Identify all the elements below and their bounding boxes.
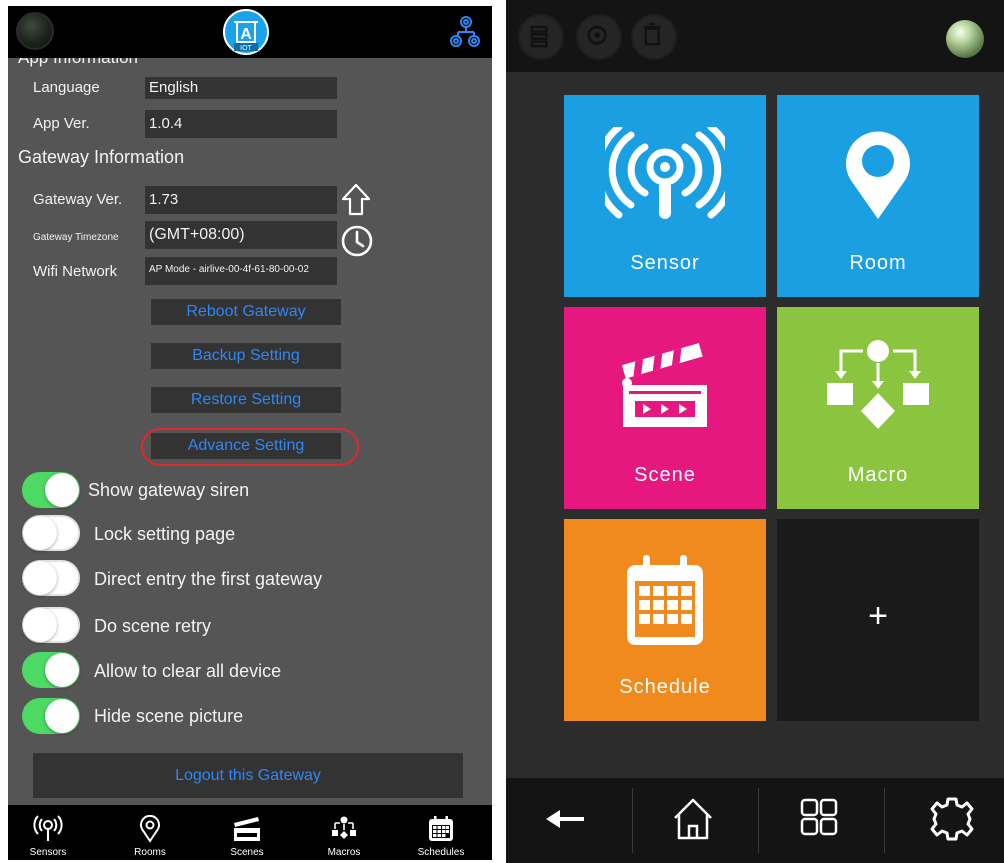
toggle-direct-entry-first-gateway[interactable] bbox=[22, 560, 80, 596]
settings-network-icon[interactable] bbox=[446, 14, 482, 50]
gateway-timezone-label: Gateway Timezone bbox=[33, 232, 119, 243]
bottom-nav bbox=[506, 778, 1004, 863]
upload-arrow-icon[interactable] bbox=[341, 183, 371, 217]
highlight-ring bbox=[141, 428, 359, 466]
calendar-icon bbox=[429, 816, 453, 841]
gear-icon[interactable] bbox=[922, 794, 982, 844]
toggle-show-gateway-siren[interactable] bbox=[22, 472, 80, 508]
tab-label: Rooms bbox=[134, 847, 166, 858]
sensor-icon bbox=[605, 127, 725, 219]
restore-setting-button[interactable]: Restore Setting bbox=[151, 387, 341, 413]
tab-scenes[interactable]: Scenes bbox=[212, 805, 282, 860]
location-pin-icon bbox=[140, 815, 160, 843]
trash-icon[interactable] bbox=[631, 14, 677, 60]
back-arrow-icon[interactable] bbox=[538, 794, 598, 844]
wifi-network-label: Wifi Network bbox=[33, 263, 118, 280]
tab-rooms[interactable]: Rooms bbox=[115, 805, 185, 860]
tile-label: Room bbox=[849, 252, 907, 274]
tab-label: Schedules bbox=[417, 847, 465, 858]
toggle-hide-scene-picture[interactable] bbox=[22, 698, 80, 734]
macro-tile[interactable]: Macro bbox=[777, 307, 979, 509]
bottom-tab-bar: Sensors Rooms Scenes Macros Schedules bbox=[8, 805, 492, 860]
plus-icon: + bbox=[868, 597, 888, 635]
language-field[interactable]: English bbox=[145, 77, 337, 99]
toggle-label: Lock setting page bbox=[94, 524, 236, 544]
gateway-ver-label: Gateway Ver. bbox=[33, 191, 123, 208]
toggle-label: Allow to clear all device bbox=[94, 661, 282, 681]
home-icon[interactable] bbox=[663, 794, 723, 844]
app-ver-label: App Ver. bbox=[33, 115, 90, 132]
toggle-allow-clear-all-device[interactable] bbox=[22, 652, 80, 688]
grid-icon[interactable] bbox=[789, 794, 849, 844]
top-bar: A IOT bbox=[8, 6, 492, 58]
iot-logo-icon: A IOT bbox=[223, 9, 269, 55]
toggle-label: Show gateway siren bbox=[88, 480, 250, 500]
gateway-timezone-field[interactable]: (GMT+08:00) bbox=[145, 221, 337, 249]
tab-macros[interactable]: Macros bbox=[309, 805, 379, 860]
clock-icon[interactable] bbox=[340, 224, 374, 258]
toggle-label: Do scene retry bbox=[94, 616, 212, 636]
language-label: Language bbox=[33, 79, 100, 96]
dashboard-screen: Sensor Room Scene Macro Schedule + bbox=[506, 0, 1004, 863]
nav-divider bbox=[632, 788, 633, 853]
svg-text:IOT: IOT bbox=[240, 45, 252, 52]
room-tile[interactable]: Room bbox=[777, 95, 979, 297]
clapperboard-icon bbox=[621, 343, 707, 427]
settings-screen: A IOT App Information Language English A… bbox=[8, 6, 492, 860]
toggle-lock-setting-page[interactable] bbox=[22, 515, 80, 551]
nav-divider bbox=[758, 788, 759, 853]
calendar-icon bbox=[627, 555, 703, 645]
tile-label: Scene bbox=[634, 464, 696, 486]
tile-label: Sensor bbox=[630, 252, 700, 274]
gateway-ver-field: 1.73 bbox=[145, 186, 337, 214]
scene-tile[interactable]: Scene bbox=[564, 307, 766, 509]
clapperboard-icon bbox=[234, 817, 260, 841]
sensor-settings-icon[interactable] bbox=[576, 14, 622, 60]
add-tile[interactable]: + bbox=[777, 519, 979, 721]
toggle-label: Direct entry the first gateway bbox=[94, 569, 323, 589]
flowchart-icon bbox=[827, 340, 929, 429]
server-icon[interactable] bbox=[518, 14, 564, 60]
tab-sensors[interactable]: Sensors bbox=[13, 805, 83, 860]
reboot-gateway-button[interactable]: Reboot Gateway bbox=[151, 299, 341, 325]
flowchart-icon bbox=[332, 816, 356, 839]
top-bar bbox=[506, 0, 1004, 72]
app-ver-field: 1.0.4 bbox=[145, 110, 337, 138]
backup-setting-button[interactable]: Backup Setting bbox=[151, 343, 341, 369]
toggle-label: Hide scene picture bbox=[94, 706, 244, 726]
svg-text:A: A bbox=[240, 26, 252, 43]
nav-divider bbox=[884, 788, 885, 853]
gateway-info-heading: Gateway Information bbox=[18, 147, 185, 167]
status-dot-icon bbox=[16, 12, 54, 50]
wifi-network-field: AP Mode - airlive-00-4f-61-80-00-02 bbox=[145, 257, 337, 285]
tile-label: Schedule bbox=[619, 676, 711, 698]
tab-schedules[interactable]: Schedules bbox=[406, 805, 476, 860]
location-pin-icon bbox=[846, 131, 910, 219]
logout-gateway-button[interactable]: Logout this Gateway bbox=[33, 753, 463, 798]
tab-label: Macros bbox=[327, 847, 361, 858]
tab-label: Scenes bbox=[230, 847, 264, 858]
sensor-icon bbox=[33, 815, 63, 841]
status-light-icon bbox=[946, 20, 984, 58]
schedule-tile[interactable]: Schedule bbox=[564, 519, 766, 721]
tab-label: Sensors bbox=[29, 847, 67, 858]
sensor-tile[interactable]: Sensor bbox=[564, 95, 766, 297]
tile-label: Macro bbox=[847, 464, 909, 486]
toggle-do-scene-retry[interactable] bbox=[22, 607, 80, 643]
